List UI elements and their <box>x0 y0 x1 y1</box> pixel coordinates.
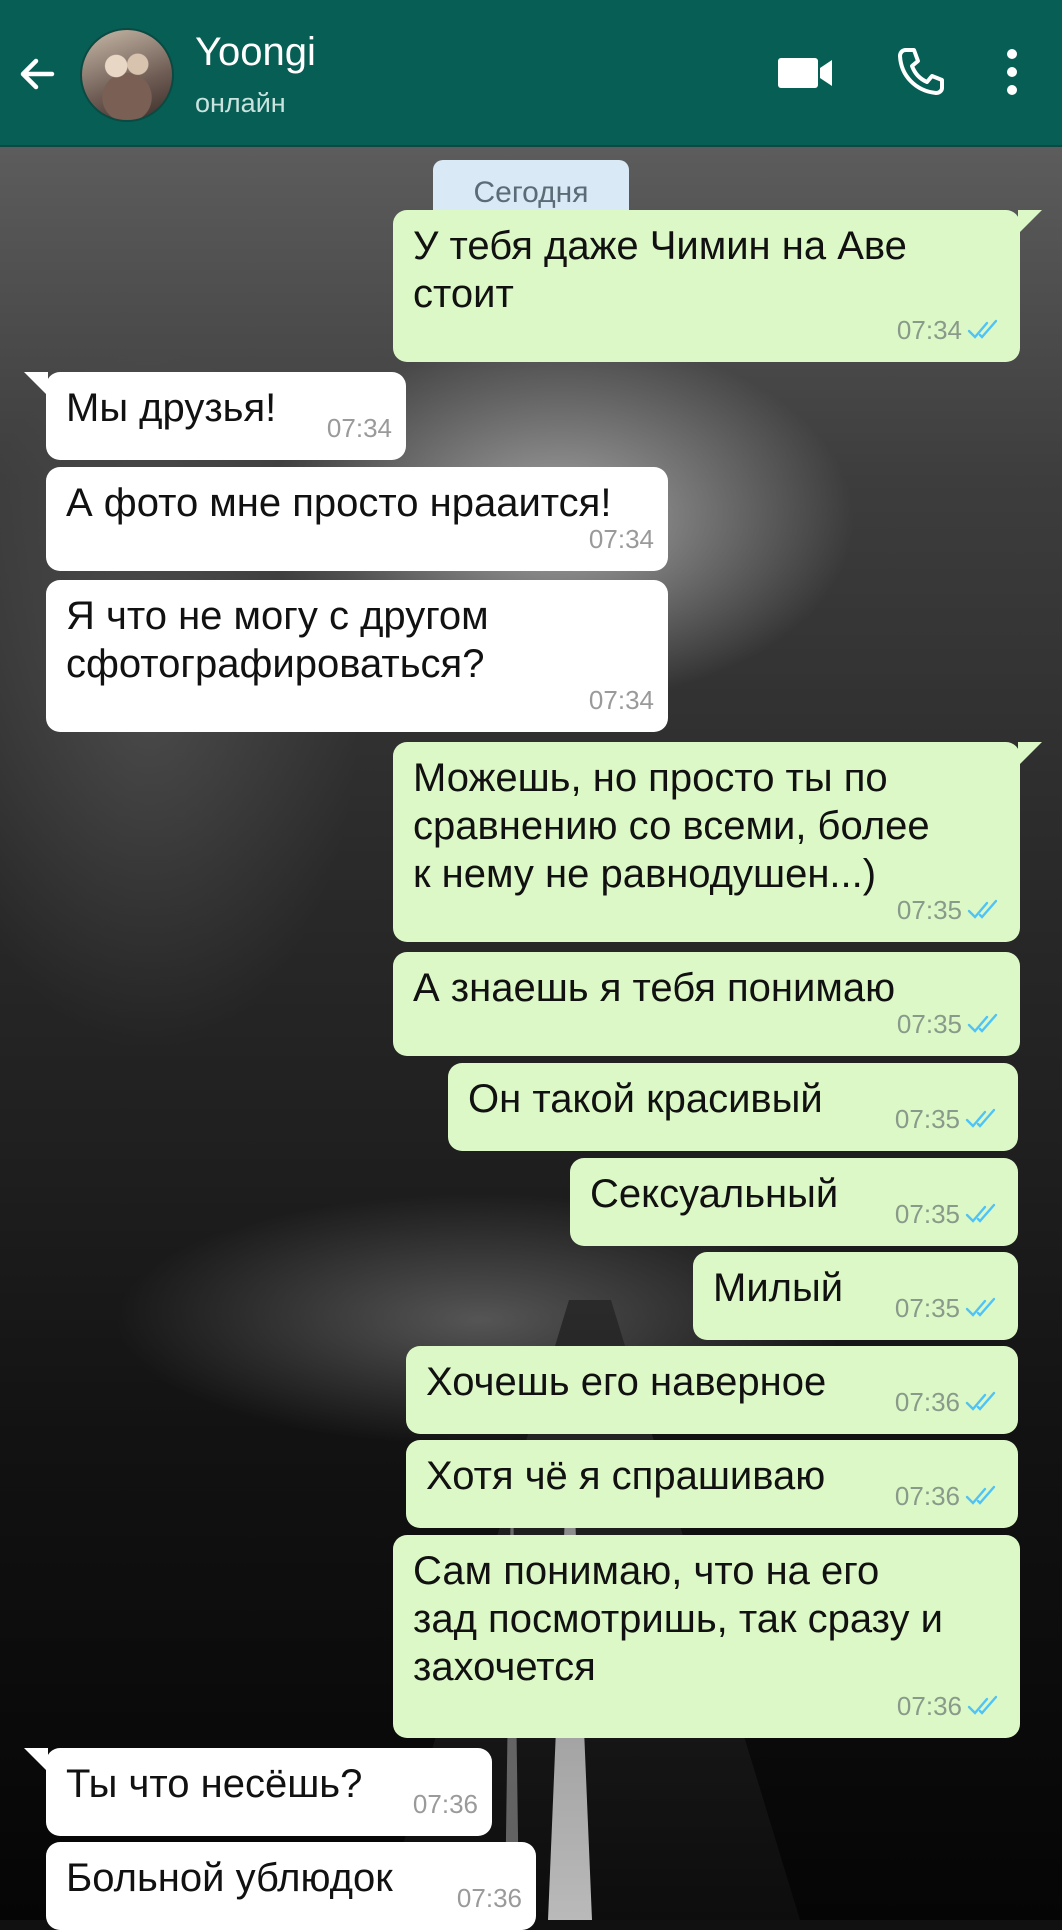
message-text: Ты что несёшь? <box>66 1762 363 1806</box>
message-meta: 07:34 <box>589 515 654 563</box>
more-menu-icon[interactable] <box>1000 46 1024 98</box>
message-text: Больной ублюдок <box>66 1856 393 1900</box>
message-text: А фото мне просто нрааится! <box>66 481 612 525</box>
message-time: 07:34 <box>326 413 392 443</box>
message-time: 07:35 <box>894 1104 960 1134</box>
message-meta: 07:34 <box>589 676 654 724</box>
message-time: 07:35 <box>894 1293 960 1323</box>
message-meta: 07:36 <box>895 1472 1004 1520</box>
contact-status: онлайн <box>195 88 286 118</box>
back-arrow-icon[interactable] <box>12 48 64 100</box>
message-time: 07:34 <box>588 685 654 715</box>
message-meta: 07:35 <box>895 1284 1004 1332</box>
message-meta: 07:36 <box>413 1780 478 1828</box>
message-meta: 07:35 <box>895 1190 1004 1238</box>
message-meta: 07:35 <box>895 1095 1004 1143</box>
message-time: 07:35 <box>896 895 962 925</box>
chat-header: Yoongi онлайн <box>0 0 1062 147</box>
message-time: 07:34 <box>588 524 654 554</box>
message-meta: 07:36 <box>895 1378 1004 1426</box>
read-receipt-icon <box>965 1485 996 1505</box>
outgoing-message-bubble[interactable]: Хотя чё я спрашиваю 07:36 <box>406 1440 1018 1528</box>
message-meta: 07:36 <box>897 1682 1006 1730</box>
read-receipt-icon <box>967 899 998 919</box>
message-time: 07:35 <box>894 1199 960 1229</box>
outgoing-message-bubble[interactable]: Можешь, но просто ты по сравнению со все… <box>393 742 1042 942</box>
outgoing-message-bubble[interactable]: Милый 07:35 <box>693 1252 1018 1340</box>
read-receipt-icon <box>965 1391 996 1411</box>
message-text: У тебя даже Чимин на Аве стоит <box>413 224 907 316</box>
outgoing-message-bubble[interactable]: Он такой красивый 07:35 <box>448 1063 1018 1151</box>
incoming-message-bubble[interactable]: А фото мне просто нрааится! 07:34 <box>46 467 668 571</box>
read-receipt-icon <box>965 1203 996 1223</box>
message-time: 07:34 <box>896 315 962 345</box>
read-receipt-icon <box>965 1108 996 1128</box>
incoming-message-bubble[interactable]: Я что не могу с другом сфотографироватьс… <box>46 580 668 732</box>
message-time: 07:36 <box>894 1481 960 1511</box>
contact-name[interactable]: Yoongi <box>195 30 316 75</box>
outgoing-message-bubble[interactable]: Сам понимаю, что на его зад посмотришь, … <box>393 1535 1020 1738</box>
avatar[interactable] <box>80 28 174 122</box>
message-time: 07:36 <box>412 1789 478 1819</box>
message-text: Можешь, но просто ты по сравнению со все… <box>413 756 930 896</box>
message-meta: 07:34 <box>327 404 392 452</box>
message-text: Сам понимаю, что на его зад посмотришь, … <box>413 1549 943 1689</box>
incoming-message-bubble[interactable]: Больной ублюдок 07:36 <box>46 1842 536 1930</box>
outgoing-message-bubble[interactable]: Хочешь его наверное 07:36 <box>406 1346 1018 1434</box>
incoming-message-bubble[interactable]: Ты что несёшь? 07:36 <box>24 1748 492 1836</box>
outgoing-message-bubble[interactable]: Сексуальный 07:35 <box>570 1158 1018 1246</box>
message-text: Я что не могу с другом сфотографироватьс… <box>66 594 489 686</box>
outgoing-message-bubble[interactable]: У тебя даже Чимин на Аве стоит 07:34 <box>393 210 1042 362</box>
message-time: 07:35 <box>896 1009 962 1039</box>
message-time: 07:36 <box>894 1387 960 1417</box>
read-receipt-icon <box>967 319 998 339</box>
message-meta: 07:36 <box>457 1874 522 1922</box>
message-meta: 07:35 <box>897 886 1006 934</box>
message-time: 07:36 <box>456 1883 522 1913</box>
read-receipt-icon <box>967 1695 998 1715</box>
read-receipt-icon <box>967 1013 998 1033</box>
message-time: 07:36 <box>896 1691 962 1721</box>
message-meta: 07:34 <box>897 306 1006 354</box>
incoming-message-bubble[interactable]: Мы друзья! 07:34 <box>24 372 406 460</box>
video-call-icon[interactable] <box>776 54 836 92</box>
outgoing-message-bubble[interactable]: А знаешь я тебя понимаю 07:35 <box>393 952 1020 1056</box>
read-receipt-icon <box>965 1297 996 1317</box>
phone-icon[interactable] <box>896 46 946 96</box>
message-meta: 07:35 <box>897 1000 1006 1048</box>
